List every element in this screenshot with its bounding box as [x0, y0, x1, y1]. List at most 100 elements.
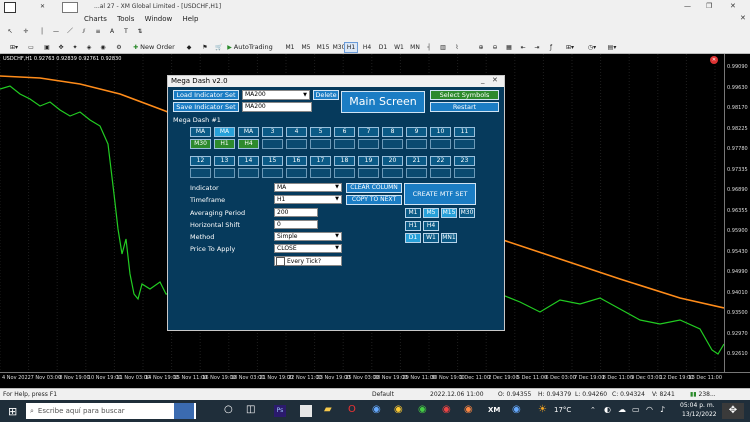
minimize-icon[interactable]: — — [684, 2, 691, 10]
menu-tools[interactable]: Tools — [117, 14, 134, 25]
grid-cell[interactable]: 12 — [190, 156, 211, 166]
grid-cell[interactable] — [430, 139, 451, 149]
grid-cell[interactable]: MA — [238, 127, 259, 137]
grid-cell-empty[interactable] — [286, 168, 307, 178]
mtf-m15-button[interactable]: M15 — [441, 208, 457, 218]
dash-minimize-icon[interactable]: _ — [481, 76, 485, 84]
method-select[interactable]: Simple ▼ — [274, 232, 342, 241]
grid-cell[interactable]: 16 — [286, 156, 307, 166]
grid-cell-empty[interactable] — [382, 168, 403, 178]
terminal-icon[interactable]: ◈ — [82, 42, 96, 53]
arrows-icon[interactable]: ⇅ — [134, 27, 146, 37]
autoscroll-icon[interactable]: ⇥ — [530, 42, 544, 53]
menu-charts[interactable]: Charts — [84, 14, 107, 25]
chrome-icon-1[interactable]: ◉ — [372, 404, 381, 415]
grid-cell-empty[interactable] — [430, 168, 451, 178]
grid-cell[interactable] — [286, 139, 307, 149]
grid-cell[interactable]: 18 — [334, 156, 355, 166]
grid-cell[interactable] — [262, 139, 283, 149]
options-icon[interactable]: ⚙ — [112, 42, 126, 53]
profiles-icon[interactable]: ▭ — [24, 42, 38, 53]
grid-cell[interactable]: 5 — [310, 127, 331, 137]
mtf-h1-button[interactable]: H1 — [405, 221, 421, 231]
vertical-line-icon[interactable]: │ — [36, 27, 48, 37]
every-tick-checkbox[interactable]: Every Tick? — [274, 256, 342, 266]
chart-close-icon[interactable]: ✕ — [710, 56, 718, 64]
clear-column-button[interactable]: CLEAR COLUMN — [346, 183, 402, 193]
menu-window[interactable]: Window — [145, 14, 173, 25]
tray-chevron-icon[interactable]: ⌃ — [590, 406, 596, 414]
mtf-d1-button[interactable]: D1 — [405, 233, 421, 243]
app-white-icon[interactable] — [300, 405, 312, 417]
market-watch-icon[interactable]: ▣ — [40, 42, 54, 53]
grid-cell[interactable]: 23 — [454, 156, 475, 166]
grid-cell[interactable]: 21 — [406, 156, 427, 166]
grid-cell[interactable]: H4 — [238, 139, 259, 149]
task-view-split-icon[interactable]: ◫ — [246, 404, 255, 415]
dash-titlebar[interactable]: Mega Dash v2.0 _ ✕ — [168, 76, 504, 87]
price-to-apply-select[interactable]: CLOSE ▼ — [274, 244, 342, 253]
cursor-icon[interactable]: ↖ — [4, 27, 16, 37]
grid-cell[interactable]: 3 — [262, 127, 283, 137]
horizontal-line-icon[interactable]: — — [50, 27, 62, 37]
mtf-w1-button[interactable]: W1 — [423, 233, 439, 243]
timeframe-m1-button[interactable]: M1 — [282, 42, 298, 53]
grid-cell-empty[interactable] — [262, 168, 283, 178]
main-screen-button[interactable]: Main Screen — [341, 91, 425, 113]
xm-app-icon[interactable]: XM — [488, 406, 500, 414]
timeframe-h4-button[interactable]: H4 — [360, 42, 374, 53]
bar-chart-icon[interactable]: ┤ — [422, 42, 436, 53]
taskbar-date[interactable]: 13/12/2022 — [682, 411, 717, 418]
grid-cell-empty[interactable] — [406, 168, 427, 178]
grid-cell[interactable]: MA — [214, 127, 235, 137]
timeframe-mn-button[interactable]: MN — [408, 42, 422, 53]
grid-cell-empty[interactable] — [310, 168, 331, 178]
load-indicator-set-select[interactable]: MA200 ▼ — [242, 90, 310, 100]
tray-cloud-icon[interactable]: ☁ — [618, 405, 626, 414]
mega-dash-panel[interactable]: Mega Dash v2.0 _ ✕ Load Indicator Set MA… — [167, 75, 505, 331]
mtf-m30-button[interactable]: M30 — [459, 208, 475, 218]
new-chart-icon[interactable]: ⊞▾ — [4, 42, 24, 53]
mtf-mn1-button[interactable]: MN1 — [441, 233, 457, 243]
autotrading-button[interactable]: ▶ AutoTrading — [224, 42, 276, 53]
grid-cell[interactable]: 22 — [430, 156, 451, 166]
grid-cell[interactable]: 8 — [382, 127, 403, 137]
grid-cell[interactable]: MA — [190, 127, 211, 137]
period-icon[interactable]: ◷▾ — [582, 42, 602, 53]
zoom-in-icon[interactable]: ⊕ — [474, 42, 488, 53]
horizontal-shift-input[interactable]: 0 — [274, 220, 318, 229]
restart-button[interactable]: Restart — [430, 102, 499, 112]
weather-icon[interactable]: ☀ — [538, 404, 547, 415]
grid-cell[interactable]: 19 — [358, 156, 379, 166]
grid-cell[interactable]: 17 — [310, 156, 331, 166]
save-indicator-set-input[interactable]: MA200 — [242, 102, 312, 112]
templates-icon[interactable]: ▤▾ — [602, 42, 622, 53]
grid-cell[interactable]: 20 — [382, 156, 403, 166]
tile-windows-icon[interactable]: ▦ — [502, 42, 516, 53]
candle-chart-icon[interactable]: ▥ — [436, 42, 450, 53]
grid-cell[interactable]: 14 — [238, 156, 259, 166]
signals-icon[interactable]: ⚑ — [198, 42, 212, 53]
weather-temperature[interactable]: 17°C — [554, 406, 571, 414]
metaeditor-icon[interactable]: ◆ — [182, 42, 196, 53]
tray-app-icon[interactable]: ◐ — [604, 405, 611, 414]
windows-start-icon[interactable]: ⊞ — [8, 405, 17, 418]
dash-close-icon[interactable]: ✕ — [492, 76, 498, 84]
grid-cell-empty[interactable] — [190, 168, 211, 178]
grid-cell[interactable]: 10 — [430, 127, 451, 137]
taskbar-time[interactable]: 05:04 p. m. — [680, 402, 715, 409]
new-order-button[interactable]: ✚ New Order — [128, 42, 180, 53]
indicator-list-icon[interactable]: ⊞▾ — [560, 42, 580, 53]
checkbox-box[interactable] — [276, 257, 285, 266]
grid-cell[interactable] — [454, 139, 475, 149]
data-window-icon[interactable]: ✥ — [54, 42, 68, 53]
label-icon[interactable]: T — [120, 27, 132, 37]
grid-cell[interactable]: 4 — [286, 127, 307, 137]
create-mtf-set-button[interactable]: CREATE MTF SET — [404, 183, 476, 205]
menu-help[interactable]: Help — [182, 14, 198, 25]
copy-to-next-button[interactable]: COPY TO NEXT — [346, 195, 402, 205]
navigator-icon[interactable]: ✦ — [68, 42, 82, 53]
file-explorer-icon[interactable]: ▰ — [324, 404, 332, 415]
tester-icon[interactable]: ◉ — [96, 42, 110, 53]
grid-cell-empty[interactable] — [238, 168, 259, 178]
